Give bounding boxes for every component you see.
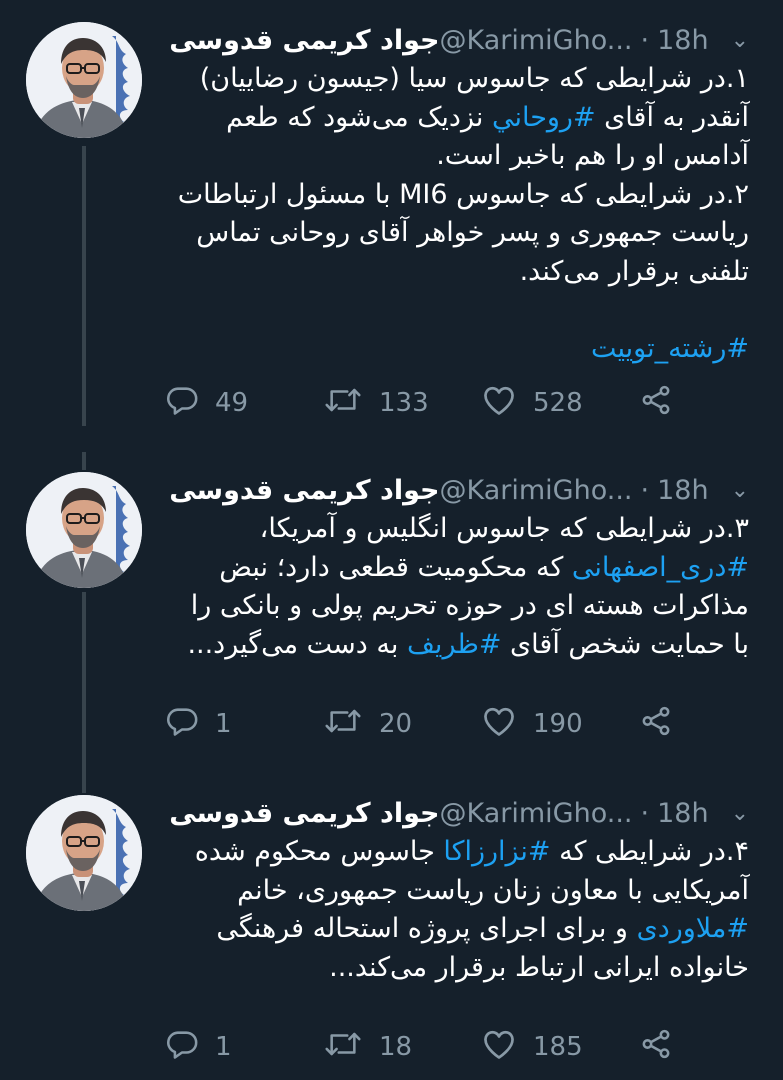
tweet-text-line: خانواده ایرانی ارتباط برقرار می‌کند... [329,951,749,983]
tweet-text-line: ۴.در شرایطی که #نزارزاکا جاسوس محکوم شده [194,836,749,867]
author-name[interactable]: جواد کریمی قدوسی [169,798,439,829]
thread-line [82,146,86,426]
tweet[interactable]: جواد کریمی قدوسی @KarimiGho... · 18h ⌄ ۳… [0,452,783,792]
tweet-text-line: با حمایت شخص آقای #ظریف به دست می‌گیرد..… [187,628,749,660]
retweet-count: 18 [379,1032,413,1062]
author-name[interactable]: جواد کریمی قدوسی [169,475,439,506]
chevron-down-icon[interactable]: ⌄ [731,801,749,826]
share-button[interactable] [639,704,689,745]
tweet-header: جواد کریمی قدوسی @KarimiGho... · 18h ⌄ [159,20,749,60]
hashtag-link[interactable]: #دری_اصفهانی [572,552,749,583]
tweet-header: جواد کریمی قدوسی @KarimiGho... · 18h ⌄ [159,793,749,833]
tweet-text: ۱.در شرایطی که جاسوس سیا (جیسون رضاییان)… [149,60,749,368]
tweet-actions: 1 20 190 [165,704,705,744]
author-handle[interactable]: @KarimiGho... [439,798,632,829]
tweet-text: ۴.در شرایطی که #نزارزاکا جاسوس محکوم شده… [149,833,749,987]
thread-line [82,592,86,792]
tweet-text-line: مذاکرات هسته ای در حوزه تحریم پولی و بان… [190,590,749,621]
author-handle[interactable]: @KarimiGho... [439,475,632,506]
share-icon [639,1027,689,1068]
avatar[interactable] [26,22,142,138]
heart-icon [481,1027,533,1068]
tweet-actions: 1 18 185 [165,1027,705,1067]
tweet-text-line: #رشته_توییت [149,330,749,369]
tweet-text-line: #ملاوردی و برای اجرای پروژه استحاله فرهن… [216,913,749,944]
hashtag-link[interactable]: #روحاني [492,102,596,133]
timestamp[interactable]: 18h [657,798,708,829]
reply-button[interactable]: 1 [165,704,323,745]
heart-icon [481,383,533,424]
separator-dot: · [640,24,650,56]
timestamp[interactable]: 18h [657,25,708,56]
retweet-button[interactable]: 133 [323,383,481,424]
tweet-text-line [149,291,749,330]
tweet-text-line: ۲.در شرایطی که جاسوس MI6 با مسئول ارتباط… [177,178,749,210]
reply-count: 49 [215,388,249,418]
thread-line [82,452,86,470]
retweet-count: 133 [379,388,429,418]
like-count: 185 [533,1032,583,1062]
reply-button[interactable]: 1 [165,1027,323,1068]
like-button[interactable]: 528 [481,383,639,424]
retweet-icon [323,383,379,424]
tweet-text-line: آنقدر به آقای #روحاني نزدیک می‌شود که طع… [226,101,749,133]
reply-icon [165,383,215,424]
retweet-button[interactable]: 20 [323,704,481,745]
tweet-text-line: آدامس او را هم باخبر است. [436,140,749,171]
like-count: 190 [533,709,583,739]
reply-button[interactable]: 49 [165,383,323,424]
avatar[interactable] [26,795,142,911]
hashtag-link[interactable]: #رشته_توییت [591,333,749,364]
tweet-text-line: #دری_اصفهانی که محکومیت قطعی دارد؛ نبض [219,551,749,583]
tweet-text-line: ۳.در شرایطی که جاسوس انگلیس و آمریکا، [259,513,749,544]
share-icon [639,383,689,424]
hashtag-link[interactable]: #نزارزاکا [443,836,550,867]
chevron-down-icon[interactable]: ⌄ [731,28,749,53]
tweet[interactable]: جواد کریمی قدوسی @KarimiGho... · 18h ⌄ ۴… [0,775,783,1080]
share-icon [639,704,689,745]
hashtag-link[interactable]: #ملاوردی [637,913,749,944]
retweet-count: 20 [379,709,413,739]
hashtag-link[interactable]: #ظریف [407,629,501,660]
tweet-text-line: ریاست جمهوری و پسر خواهر آقای روحانی تما… [196,217,749,248]
reply-count: 1 [215,709,232,739]
reply-icon [165,704,215,745]
share-button[interactable] [639,1027,689,1068]
avatar[interactable] [26,472,142,588]
like-count: 528 [533,388,583,418]
tweet-text-line: تلفنی برقرار می‌کند. [519,255,749,287]
like-button[interactable]: 190 [481,704,639,745]
tweet-text: ۳.در شرایطی که جاسوس انگلیس و آمریکا، #در… [149,510,749,664]
separator-dot: · [640,474,650,506]
tweet-text-line: آمریکایی با معاون زنان ریاست جمهوری، خان… [237,874,749,906]
heart-icon [481,704,533,745]
tweet-actions: 49 133 528 [165,383,705,423]
author-name[interactable]: جواد کریمی قدوسی [169,25,439,56]
thread-line [82,775,86,793]
like-button[interactable]: 185 [481,1027,639,1068]
reply-icon [165,1027,215,1068]
retweet-button[interactable]: 18 [323,1027,481,1068]
retweet-icon [323,704,379,745]
retweet-icon [323,1027,379,1068]
tweet[interactable]: جواد کریمی قدوسی @KarimiGho... · 18h ⌄ ۱… [0,0,783,450]
separator-dot: · [640,797,650,829]
reply-count: 1 [215,1032,232,1062]
chevron-down-icon[interactable]: ⌄ [731,478,749,503]
tweet-text-line: ۱.در شرایطی که جاسوس سیا (جیسون رضاییان) [199,63,749,94]
share-button[interactable] [639,383,689,424]
timestamp[interactable]: 18h [657,475,708,506]
author-handle[interactable]: @KarimiGho... [439,25,632,56]
tweet-header: جواد کریمی قدوسی @KarimiGho... · 18h ⌄ [159,470,749,510]
